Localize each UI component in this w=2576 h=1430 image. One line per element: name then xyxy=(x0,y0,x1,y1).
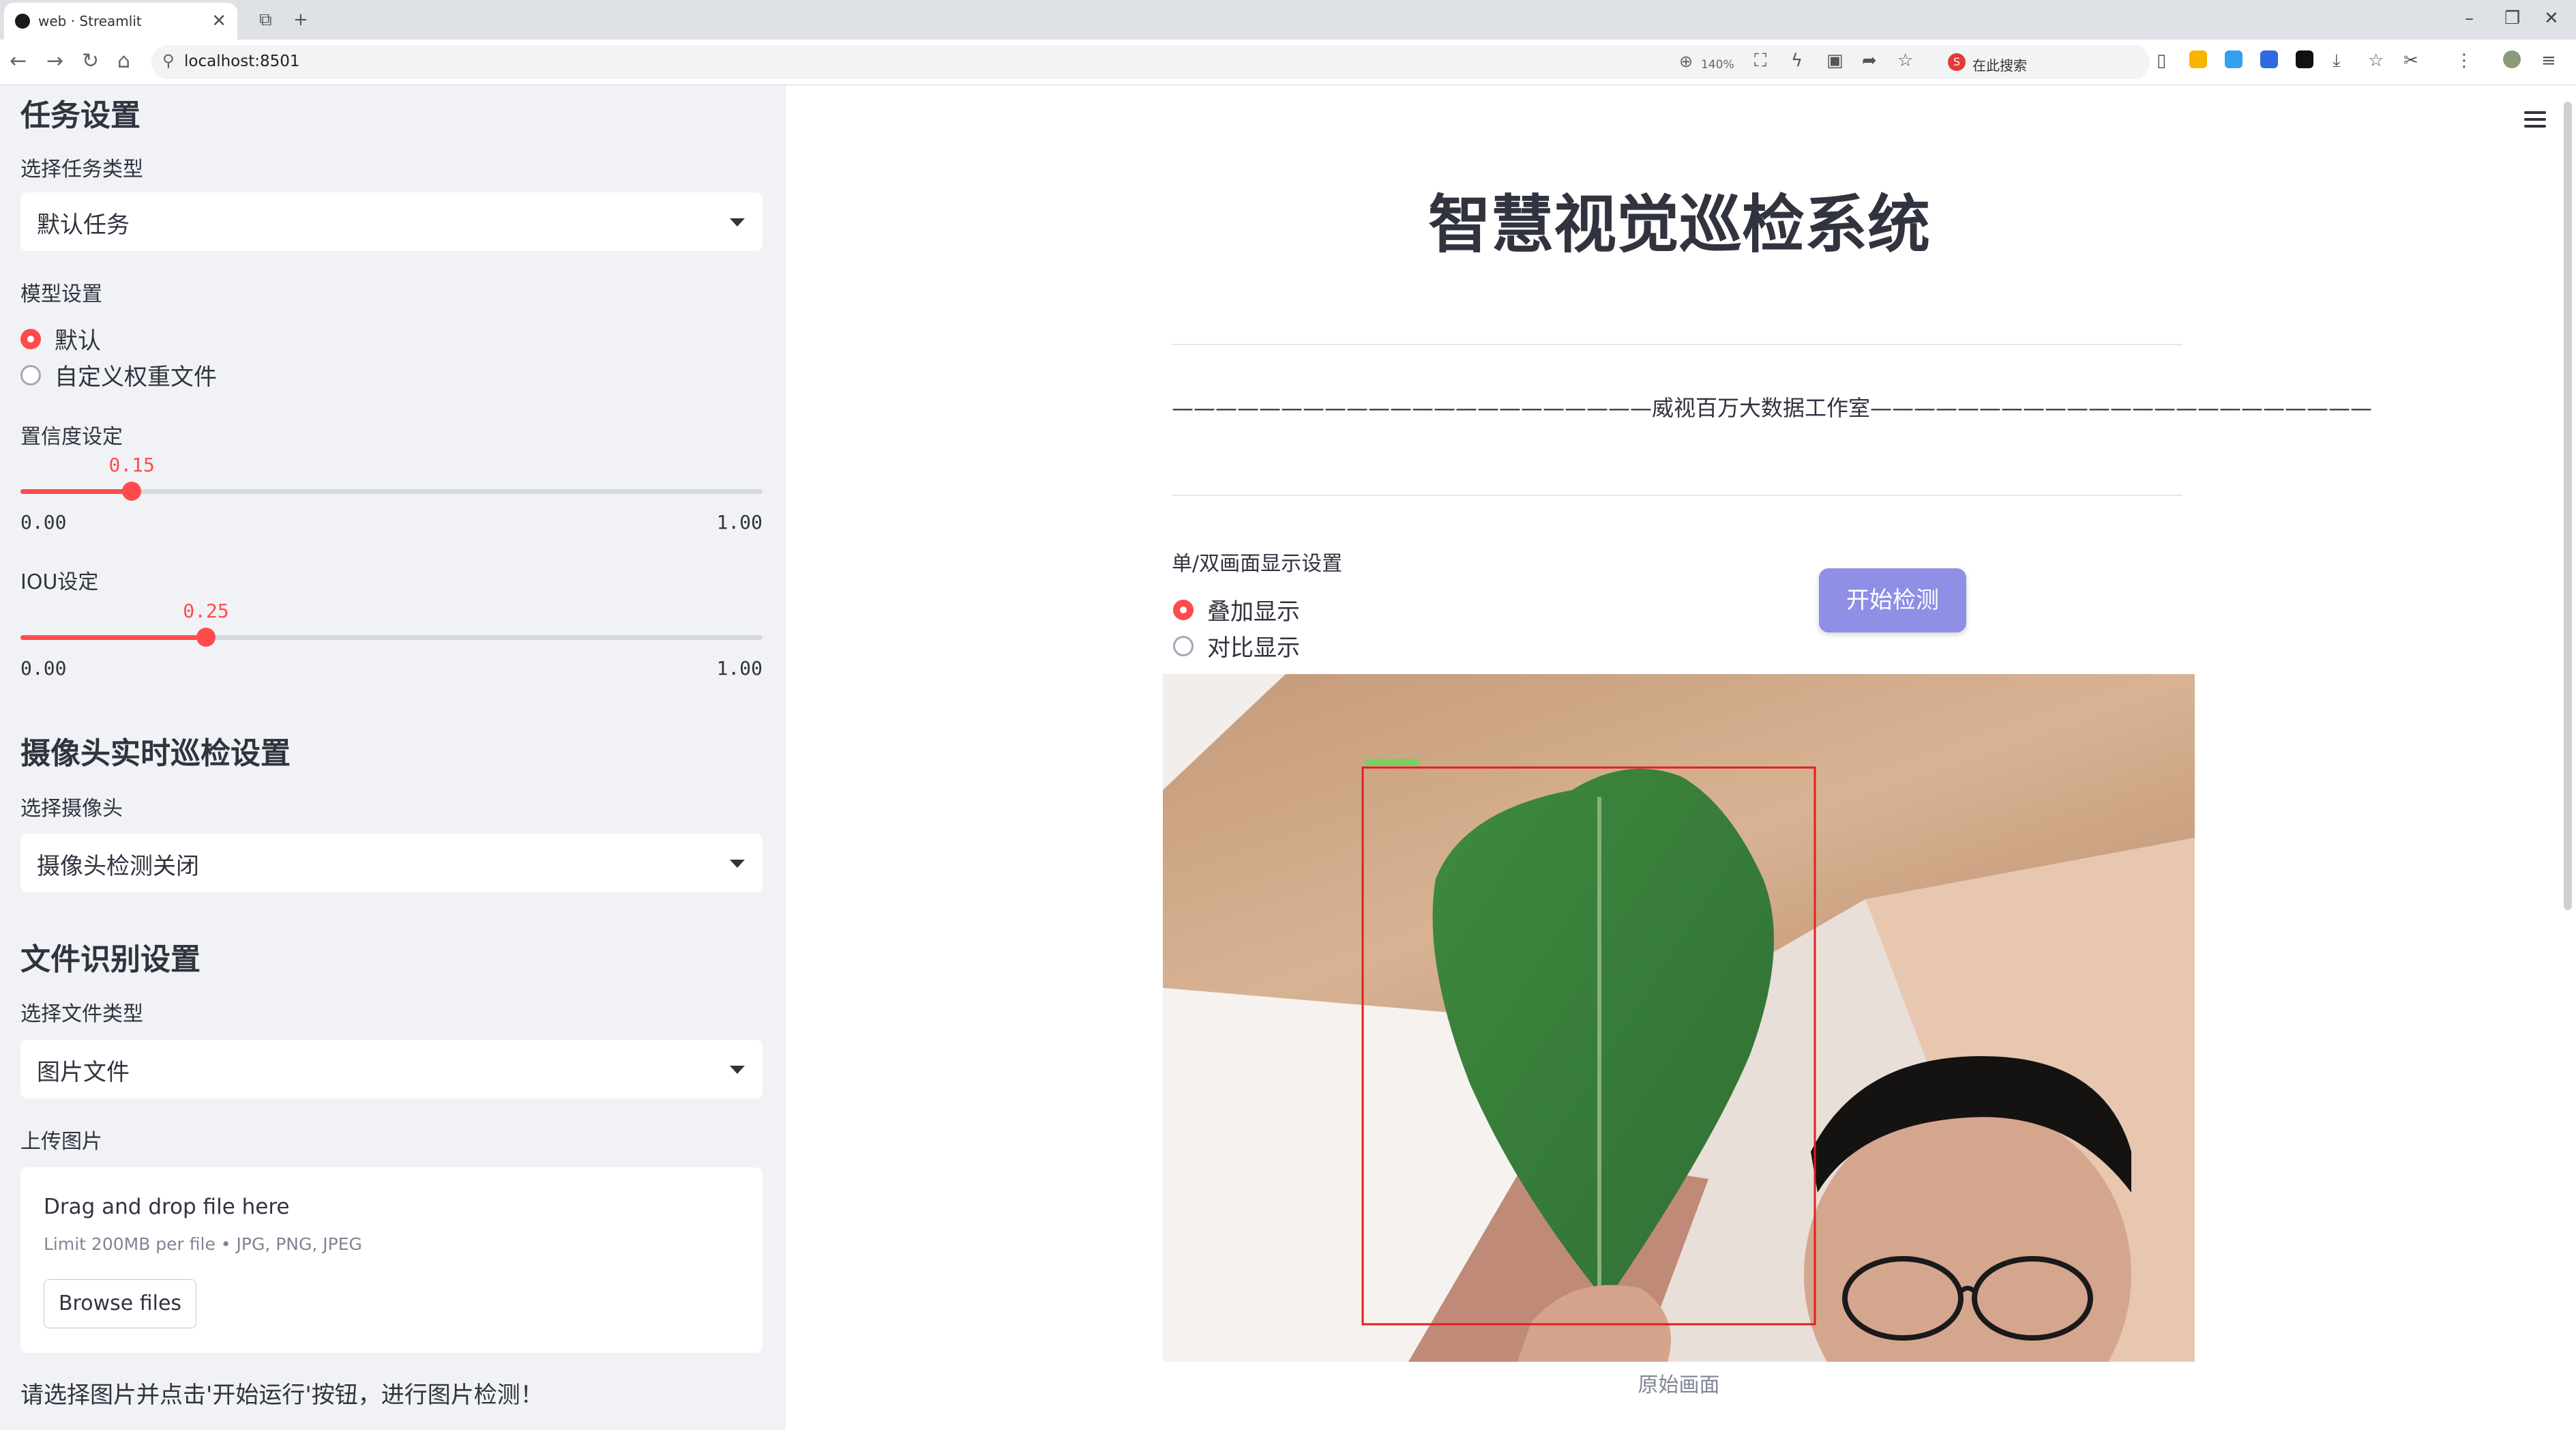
task-settings-heading: 任务设置 xyxy=(20,98,140,133)
browser-tab-bar: web · Streamlit ✕ ⧉ + – ❐ ✕ xyxy=(0,0,2576,40)
forward-icon[interactable]: → xyxy=(46,49,63,73)
share-icon[interactable]: ➦ xyxy=(1862,50,1877,71)
radio-unchecked-icon xyxy=(1173,635,1194,656)
download-icon[interactable]: ⤓ xyxy=(2333,50,2341,72)
task-type-label: 选择任务类型 xyxy=(20,158,143,181)
zoom-icon[interactable]: ⊕ xyxy=(1679,52,1693,71)
search-engine-icon[interactable]: S xyxy=(1948,53,1966,71)
tab-group-icon[interactable]: ⧉ xyxy=(259,10,272,31)
file-dropzone[interactable]: Drag and drop file here Limit 200MB per … xyxy=(20,1167,763,1353)
iou-slider[interactable] xyxy=(20,628,763,647)
browse-files-button[interactable]: Browse files xyxy=(44,1279,196,1328)
iou-max: 1.00 xyxy=(716,657,763,680)
url-text: localhost:8501 xyxy=(184,53,300,70)
file-type-value: 图片文件 xyxy=(37,1059,130,1086)
slider-fill xyxy=(20,635,206,640)
confidence-slider[interactable] xyxy=(20,482,763,501)
camera-value: 摄像头检测关闭 xyxy=(37,853,199,880)
streamlit-favicon-icon xyxy=(15,14,30,29)
address-bar: ← → ↻ ⌂ ⚲ localhost:8501 ⊕ 140% ⛶ ϟ ▣ ➦ … xyxy=(0,40,2576,85)
confidence-label: 置信度设定 xyxy=(20,425,123,449)
minimize-icon[interactable]: – xyxy=(2465,8,2474,29)
home-icon[interactable]: ⌂ xyxy=(117,49,130,73)
search-field[interactable]: S 在此搜索 xyxy=(1938,45,2143,79)
phone-icon[interactable]: ▯ xyxy=(2157,50,2166,71)
confidence-max: 1.00 xyxy=(716,511,763,534)
confidence-value: 0.15 xyxy=(108,454,155,476)
radio-label: 自定义权重文件 xyxy=(55,364,217,391)
iou-value: 0.25 xyxy=(183,600,229,622)
upload-hint: 请选择图片并点击'开始运行'按钮，进行图片检测！ xyxy=(20,1382,544,1409)
hamburger-menu-icon[interactable] xyxy=(2524,111,2546,132)
iou-min: 0.00 xyxy=(20,657,67,680)
radio-unchecked-icon xyxy=(20,364,41,385)
tab-title: web · Streamlit xyxy=(38,13,142,29)
radio-compare-display[interactable]: 对比显示 xyxy=(1173,629,1300,662)
radio-overlay-display[interactable]: 叠加显示 xyxy=(1173,593,1300,626)
browser-tab[interactable]: web · Streamlit ✕ xyxy=(4,3,237,40)
dropzone-title: Drag and drop file here xyxy=(44,1195,290,1219)
close-window-icon[interactable]: ✕ xyxy=(2544,8,2559,29)
file-settings-heading: 文件识别设置 xyxy=(20,942,201,977)
camera-label: 选择摄像头 xyxy=(20,797,123,821)
extension-icon[interactable] xyxy=(2296,50,2313,68)
cut-icon[interactable]: ✂ xyxy=(2403,50,2418,71)
image-caption: 原始画面 xyxy=(1638,1373,1720,1397)
site-info-icon[interactable]: ⚲ xyxy=(162,51,175,70)
radio-label: 对比显示 xyxy=(1207,634,1300,662)
zoom-level: 140% xyxy=(1701,58,1734,72)
sidebar: 任务设置 选择任务类型 默认任务 模型设置 默认 自定义权重文件 置信度设定 0… xyxy=(0,85,786,1430)
restore-icon[interactable]: ❐ xyxy=(2504,8,2520,29)
chevron-down-icon xyxy=(730,1066,745,1074)
task-type-select[interactable]: 默认任务 xyxy=(20,192,763,251)
search-placeholder: 在此搜索 xyxy=(1972,57,2027,74)
reload-icon[interactable]: ↻ xyxy=(82,49,99,73)
slider-fill xyxy=(20,489,132,494)
radio-model-default[interactable]: 默认 xyxy=(20,322,101,355)
url-field[interactable]: ⚲ localhost:8501 ⊕ 140% ⛶ ϟ ▣ ➦ ☆ xyxy=(151,45,2150,79)
new-tab-icon[interactable]: + xyxy=(293,10,308,30)
main-content: 智慧视觉巡检系统 ——————————————————————威视百万大数据工作… xyxy=(786,85,2576,1430)
screenshot-icon[interactable]: ▣ xyxy=(1826,50,1844,71)
radio-label: 默认 xyxy=(55,327,101,355)
extension-icon[interactable] xyxy=(2189,50,2207,68)
radio-checked-icon xyxy=(1173,599,1194,620)
camera-settings-heading: 摄像头实时巡检设置 xyxy=(20,736,291,771)
detection-image xyxy=(1163,674,2195,1362)
radio-checked-icon xyxy=(20,328,41,349)
confidence-min: 0.00 xyxy=(20,511,67,534)
translate-icon[interactable]: ⛶ xyxy=(1754,50,1766,72)
dropzone-limit: Limit 200MB per file • JPG, PNG, JPEG xyxy=(44,1234,362,1254)
subtitle: ——————————————————————威视百万大数据工作室————————… xyxy=(1172,395,2373,421)
model-settings-label: 模型设置 xyxy=(20,282,102,306)
upload-label: 上传图片 xyxy=(20,1130,102,1154)
extension-icon[interactable] xyxy=(2260,50,2278,68)
task-type-value: 默认任务 xyxy=(37,211,130,239)
iou-label: IOU设定 xyxy=(20,570,99,594)
menu-icon[interactable]: ≡ xyxy=(2541,50,2556,71)
file-type-select[interactable]: 图片文件 xyxy=(20,1040,763,1098)
chevron-down-icon xyxy=(730,860,745,868)
extension-icon[interactable] xyxy=(2225,50,2242,68)
lightning-icon[interactable]: ϟ xyxy=(1791,50,1803,71)
start-detection-button[interactable]: 开始检测 xyxy=(1819,568,1966,632)
slider-thumb[interactable] xyxy=(122,482,142,501)
slider-thumb[interactable] xyxy=(196,628,216,647)
close-tab-icon[interactable]: ✕ xyxy=(211,11,226,31)
divider xyxy=(1172,495,2182,496)
file-type-label: 选择文件类型 xyxy=(20,1002,143,1026)
more-icon[interactable]: ⋮ xyxy=(2455,50,2473,71)
avatar[interactable] xyxy=(2503,50,2521,68)
radio-label: 叠加显示 xyxy=(1207,598,1300,626)
radio-model-custom[interactable]: 自定义权重文件 xyxy=(20,358,217,392)
chevron-down-icon xyxy=(730,218,745,227)
bookmark-star-icon[interactable]: ☆ xyxy=(1897,50,1913,71)
page-title: 智慧视觉巡检系统 xyxy=(1427,188,1930,261)
divider xyxy=(1172,344,2182,345)
display-mode-label: 单/双画面显示设置 xyxy=(1172,552,1343,576)
favorites-icon[interactable]: ☆ xyxy=(2368,50,2384,71)
camera-select[interactable]: 摄像头检测关闭 xyxy=(20,834,763,892)
back-icon[interactable]: ← xyxy=(10,49,27,73)
